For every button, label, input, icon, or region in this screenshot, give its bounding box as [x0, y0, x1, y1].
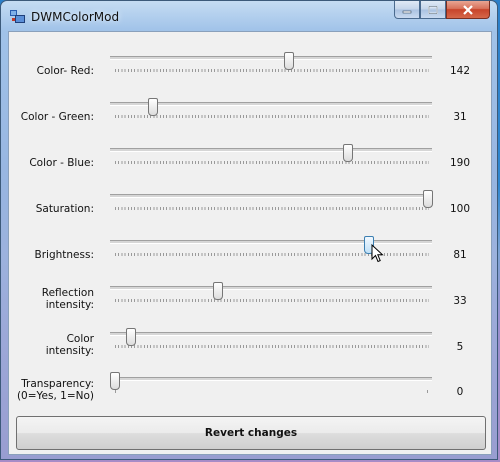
slider-thumb[interactable]: [110, 372, 120, 390]
slider-ticks: [115, 345, 429, 348]
revert-changes-button[interactable]: Revert changes: [16, 416, 486, 450]
slider-label: Brightness:: [34, 249, 94, 261]
slider-ticks: [115, 299, 429, 302]
close-icon: [463, 4, 473, 15]
slider-value: 33: [453, 295, 467, 307]
slider-value: 190: [449, 157, 471, 169]
slider-label-line1: Color: [66, 333, 94, 345]
slider-track[interactable]: [110, 377, 432, 381]
slider-value: 142: [449, 65, 471, 77]
app-icon: [10, 10, 25, 23]
slider-track[interactable]: [110, 286, 432, 290]
settings-panel: Color- Red: 142 Color - Green: 31 Color …: [8, 31, 492, 455]
window-title: DWMColorMod: [31, 10, 120, 24]
slider-row-blue: Color - Blue: 190: [9, 124, 491, 170]
slider-ticks: [115, 390, 116, 393]
slider-ticks-end: [427, 390, 428, 393]
slider-row-saturation: Saturation: 100: [9, 170, 491, 216]
slider-row-transparency: Transparency: (0=Yes, 1=No) 0: [9, 354, 491, 402]
mouse-pointer-icon: [371, 244, 384, 263]
slider-thumb[interactable]: [125, 328, 136, 346]
slider-label-line1: Transparency:: [21, 378, 94, 390]
title-bar[interactable]: DWMColorMod: [1, 1, 497, 31]
slider-row-reflection-intensity: Reflection intensity: 33: [9, 262, 491, 311]
app-window: DWMColorMod Color- Red: 142 Color - Gree…: [0, 0, 498, 460]
slider-label-line2: (0=Yes, 1=No): [16, 390, 94, 402]
slider-row-brightness: Brightness: 81: [9, 216, 491, 263]
slider-label-line1: Reflection: [41, 287, 94, 299]
close-button[interactable]: [446, 1, 490, 19]
slider-label: Color - Blue:: [29, 157, 94, 169]
slider-ticks: [115, 115, 429, 118]
slider-value: 81: [453, 249, 467, 261]
slider-label: Color - Green:: [20, 111, 94, 123]
slider-track[interactable]: [110, 332, 432, 336]
slider-label: Saturation:: [35, 203, 94, 215]
slider-row-red: Color- Red: 142: [9, 32, 491, 78]
slider-value: 100: [449, 203, 471, 215]
slider-thumb[interactable]: [148, 98, 159, 116]
slider-value: 5: [456, 341, 464, 353]
minimize-button[interactable]: [394, 1, 420, 19]
slider-value: 0: [456, 386, 464, 398]
slider-track[interactable]: [110, 102, 432, 106]
slider-thumb[interactable]: [213, 282, 224, 300]
slider-track[interactable]: [110, 194, 432, 198]
slider-label: Transparency: (0=Yes, 1=No): [17, 378, 94, 402]
slider-ticks: [115, 207, 429, 210]
slider-label: Color- Red:: [36, 65, 94, 77]
slider-thumb[interactable]: [343, 144, 354, 162]
slider-row-color-intensity: Color intensity: 5: [9, 308, 491, 357]
maximize-button[interactable]: [420, 1, 446, 19]
slider-track[interactable]: [110, 148, 432, 152]
slider-thumb[interactable]: [284, 52, 295, 70]
slider-row-green: Color - Green: 31: [9, 78, 491, 124]
maximize-icon: [428, 5, 438, 14]
slider-value: 31: [453, 111, 467, 123]
slider-thumb[interactable]: [423, 190, 433, 208]
slider-ticks: [115, 161, 429, 164]
minimize-icon: [402, 10, 412, 13]
slider-track[interactable]: [110, 56, 432, 60]
caption-buttons: [394, 1, 490, 21]
slider-ticks: [115, 69, 429, 72]
